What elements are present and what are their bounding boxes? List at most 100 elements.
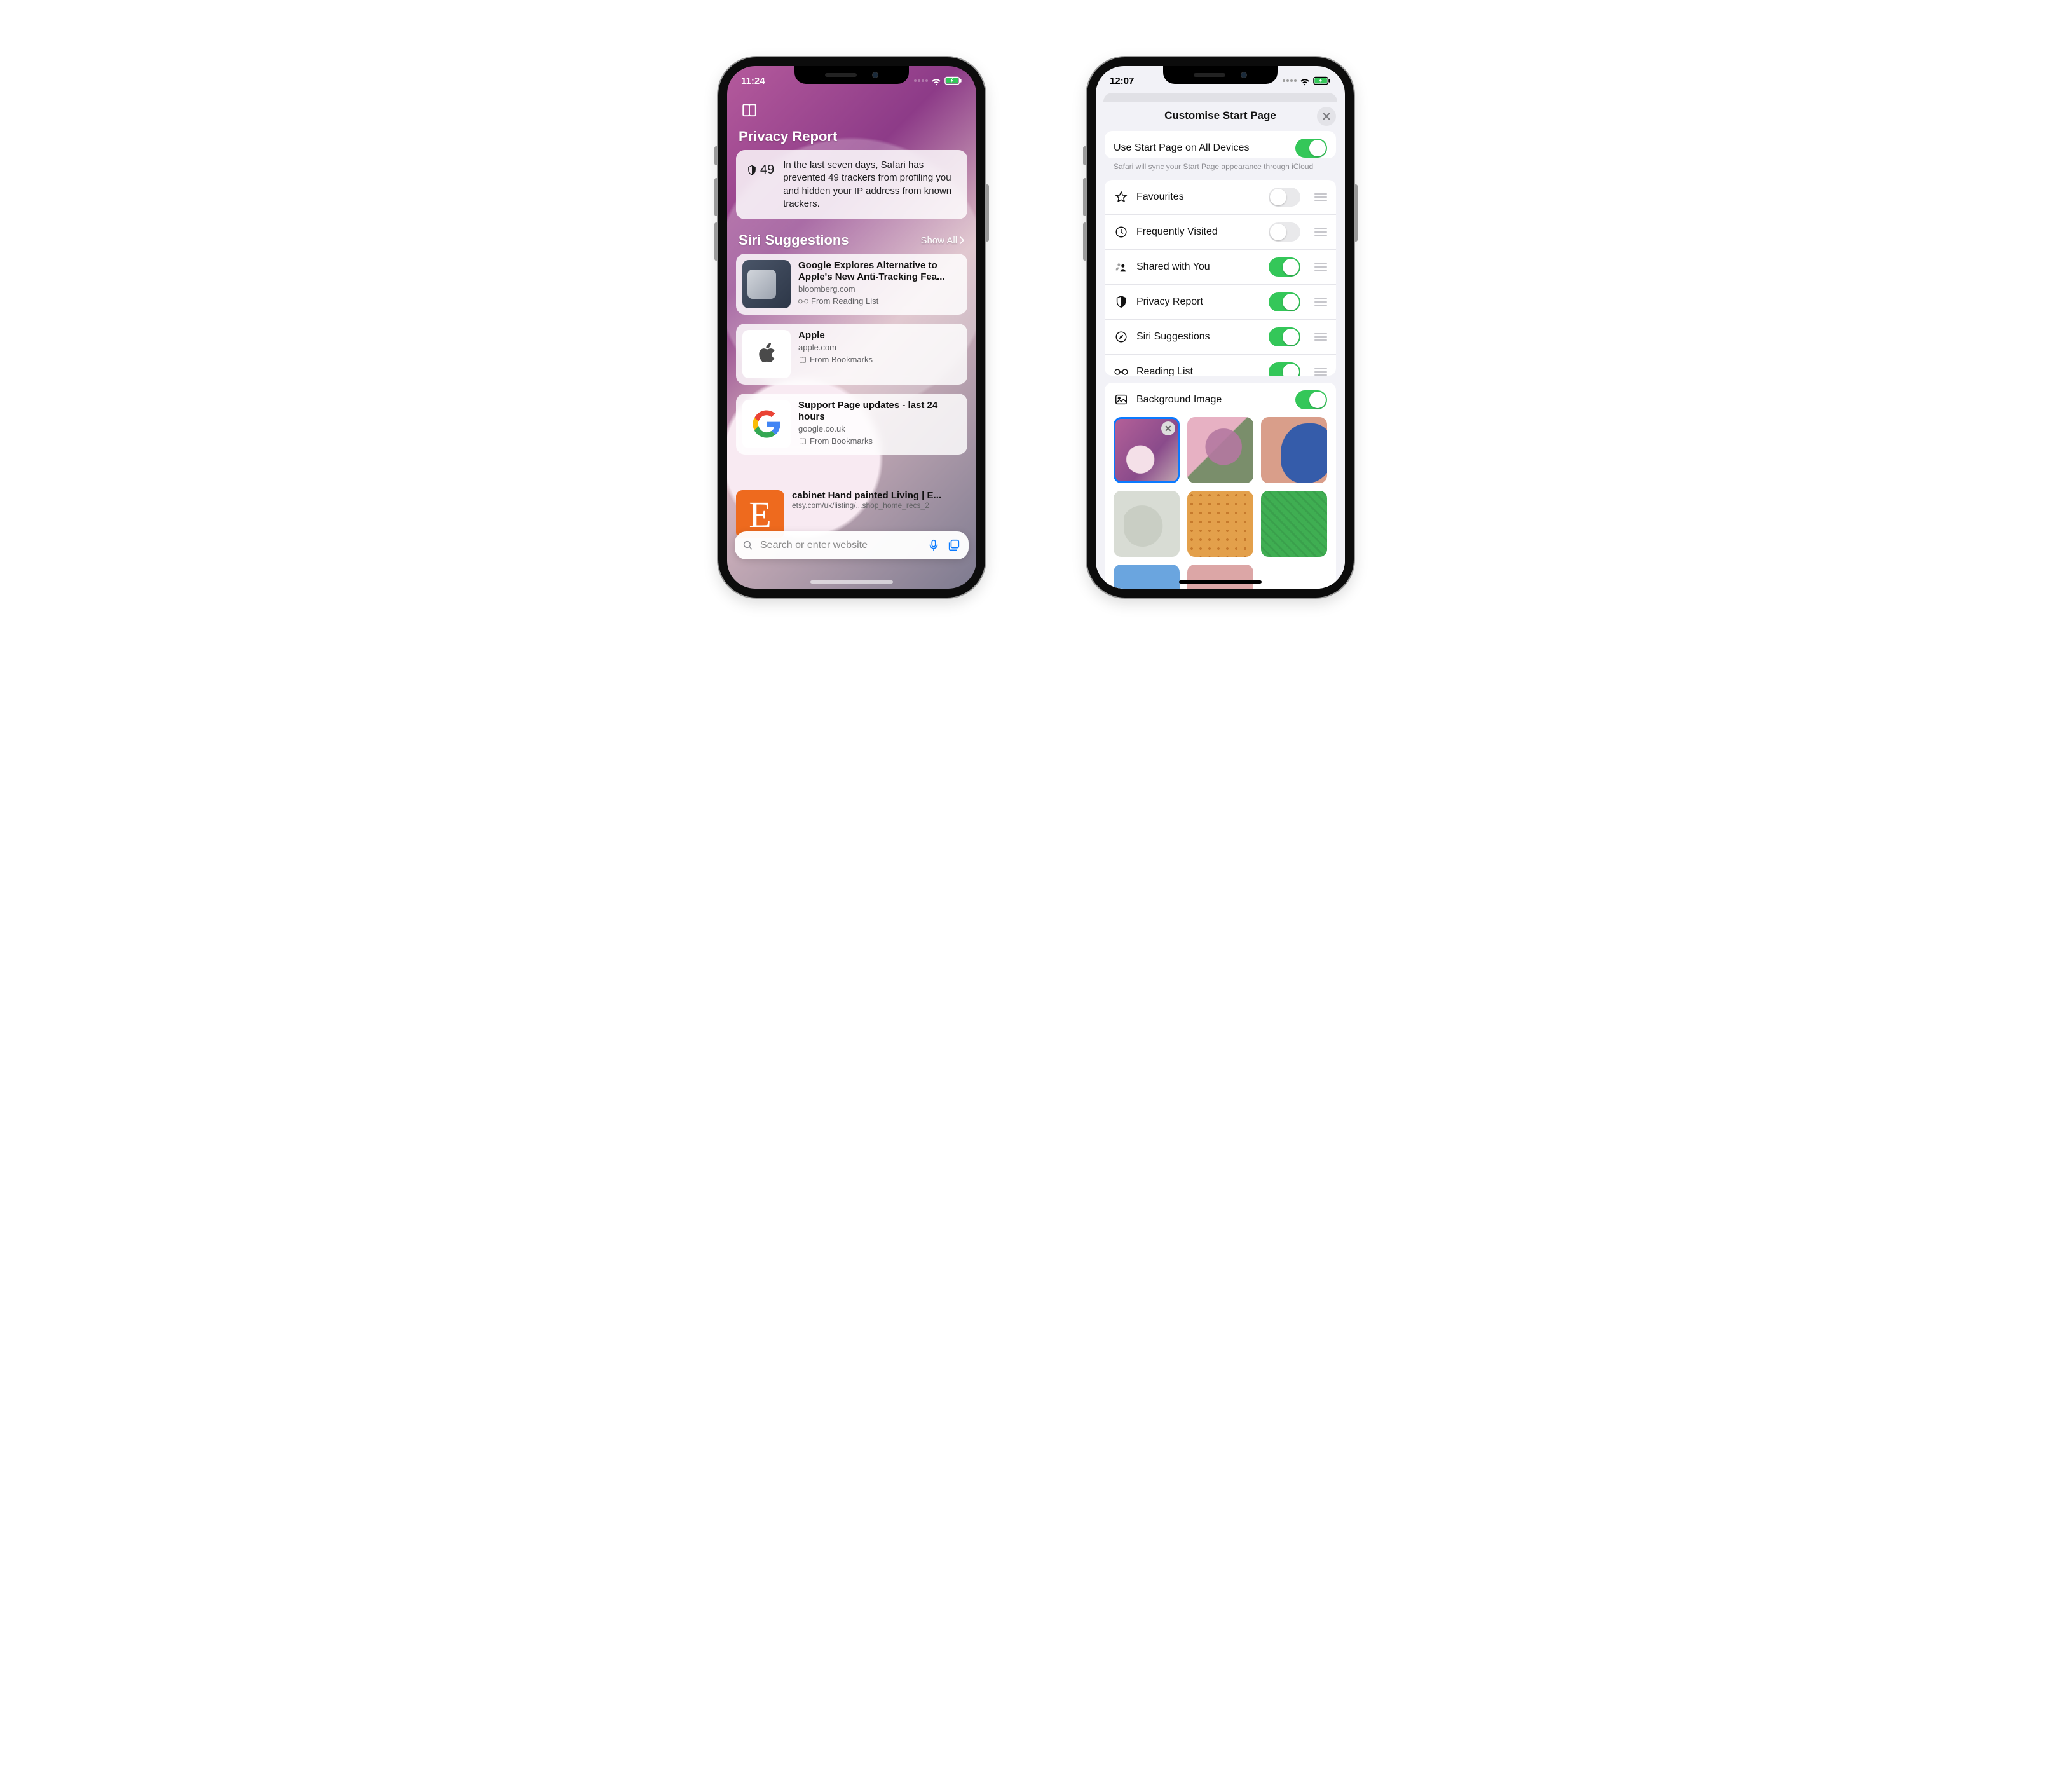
suggestion-thumb <box>742 260 791 308</box>
background-toggle[interactable] <box>1295 390 1327 409</box>
reorder-handle[interactable] <box>1314 368 1327 376</box>
search-icon <box>742 540 754 551</box>
section-label: Siri Suggestions <box>1136 331 1261 343</box>
remove-bg-button[interactable]: ✕ <box>1161 421 1175 435</box>
mute-switch[interactable] <box>714 146 718 165</box>
suggestion-source: From Bookmarks <box>810 436 873 446</box>
notch <box>794 66 909 84</box>
status-time: 12:07 <box>1110 76 1134 86</box>
section-row: Siri Suggestions <box>1105 319 1336 354</box>
volume-down[interactable] <box>714 222 718 261</box>
section-toggle[interactable] <box>1269 292 1300 312</box>
wifi-icon <box>1299 75 1311 86</box>
privacy-count-value: 49 <box>760 163 774 177</box>
battery-charging-icon <box>1313 76 1331 85</box>
sync-label: Use Start Page on All Devices <box>1114 142 1288 154</box>
section-toggle[interactable] <box>1269 362 1300 376</box>
section-label: Shared with You <box>1136 261 1261 273</box>
siri-suggestions-heading: Siri Suggestions Show All <box>736 228 967 254</box>
notch <box>1163 66 1278 84</box>
suggestion-domain: bloomberg.com <box>798 284 961 294</box>
reorder-handle[interactable] <box>1314 193 1327 201</box>
status-right <box>914 75 962 86</box>
sections-card: Favourites Frequently Visited Shared with … <box>1105 180 1336 376</box>
section-label: Frequently Visited <box>1136 226 1261 238</box>
privacy-report-card[interactable]: 49 In the last seven days, Safari has pr… <box>736 150 967 219</box>
suggestion-domain: google.co.uk <box>798 424 961 434</box>
volume-up[interactable] <box>714 178 718 216</box>
reorder-handle[interactable] <box>1314 228 1327 236</box>
background-option[interactable] <box>1114 491 1180 557</box>
section-toggle[interactable] <box>1269 188 1300 207</box>
suggestion-thumb <box>742 400 791 448</box>
reading-list-title: cabinet Hand painted Living | E... <box>792 490 967 501</box>
glasses-icon <box>1114 365 1129 376</box>
section-label: Reading List <box>1136 366 1261 376</box>
privacy-report-heading: Privacy Report <box>736 125 967 150</box>
status-right <box>1283 75 1331 86</box>
sync-note: Safari will sync your Start Page appeara… <box>1105 158 1336 180</box>
siri-suggestion-card[interactable]: Support Page updates - last 24 hours goo… <box>736 394 967 455</box>
home-indicator[interactable] <box>810 580 893 584</box>
background-option[interactable] <box>1114 565 1180 589</box>
status-time: 11:24 <box>741 76 765 86</box>
book-icon <box>798 437 807 445</box>
close-icon <box>1323 113 1330 120</box>
close-button[interactable] <box>1317 107 1336 126</box>
background-option[interactable] <box>1261 417 1327 483</box>
wifi-icon <box>930 75 942 86</box>
people-icon <box>1114 260 1129 274</box>
book-icon <box>798 356 807 364</box>
home-indicator[interactable] <box>1179 580 1262 584</box>
microphone-icon[interactable] <box>927 538 941 552</box>
siri-show-all[interactable]: Show All <box>920 235 965 246</box>
background-option[interactable] <box>1187 565 1253 589</box>
section-row: Shared with You <box>1105 249 1336 284</box>
reorder-handle[interactable] <box>1314 263 1327 271</box>
siri-suggestion-card[interactable]: Apple apple.com From Bookmarks <box>736 324 967 385</box>
suggestion-domain: apple.com <box>798 343 961 352</box>
reorder-handle[interactable] <box>1314 298 1327 306</box>
compass-icon <box>1114 330 1129 344</box>
phone-right: 12:07 Customise Start Page Use Start Pag… <box>1087 57 1354 598</box>
section-row: Favourites <box>1105 180 1336 214</box>
suggestion-title: Support Page updates - last 24 hours <box>798 400 961 423</box>
section-toggle[interactable] <box>1269 327 1300 346</box>
background-option[interactable]: ✕ <box>1114 417 1180 483</box>
address-bar[interactable]: Search or enter website <box>735 531 969 559</box>
bookmarks-icon[interactable] <box>741 102 758 118</box>
battery-charging-icon <box>944 76 962 85</box>
siri-suggestion-card[interactable]: Google Explores Alternative to Apple's N… <box>736 254 967 315</box>
section-toggle[interactable] <box>1269 222 1300 242</box>
background-option[interactable] <box>1187 417 1253 483</box>
suggestion-source: From Bookmarks <box>810 355 873 364</box>
mute-switch[interactable] <box>1083 146 1087 165</box>
background-option[interactable] <box>1261 491 1327 557</box>
power-button[interactable] <box>1354 184 1358 242</box>
section-label: Favourites <box>1136 191 1261 203</box>
section-row: Reading List <box>1105 354 1336 376</box>
section-row: Privacy Report <box>1105 284 1336 319</box>
reorder-handle[interactable] <box>1314 333 1327 341</box>
image-icon <box>1114 393 1129 407</box>
shield-half-icon <box>746 165 758 176</box>
star-icon <box>1114 190 1129 204</box>
tabs-icon[interactable] <box>947 538 961 552</box>
suggestion-title: Google Explores Alternative to Apple's N… <box>798 260 961 283</box>
privacy-report-label: Privacy Report <box>739 128 837 145</box>
background-option[interactable] <box>1187 491 1253 557</box>
privacy-summary-text: In the last seven days, Safari has preve… <box>783 159 957 210</box>
volume-up[interactable] <box>1083 178 1087 216</box>
background-label: Background Image <box>1136 394 1288 406</box>
volume-down[interactable] <box>1083 222 1087 261</box>
section-toggle[interactable] <box>1269 257 1300 277</box>
reading-list-url: etsy.com/uk/listing/...shop_home_recs_2 <box>792 501 967 510</box>
section-row: Frequently Visited <box>1105 214 1336 249</box>
apple-logo-icon <box>752 339 781 369</box>
search-placeholder: Search or enter website <box>760 540 920 551</box>
background-grid: ✕ <box>1105 417 1336 589</box>
chevron-right-icon <box>960 236 965 244</box>
sync-toggle[interactable] <box>1295 139 1327 158</box>
power-button[interactable] <box>985 184 989 242</box>
privacy-tracker-count: 49 <box>746 159 774 177</box>
